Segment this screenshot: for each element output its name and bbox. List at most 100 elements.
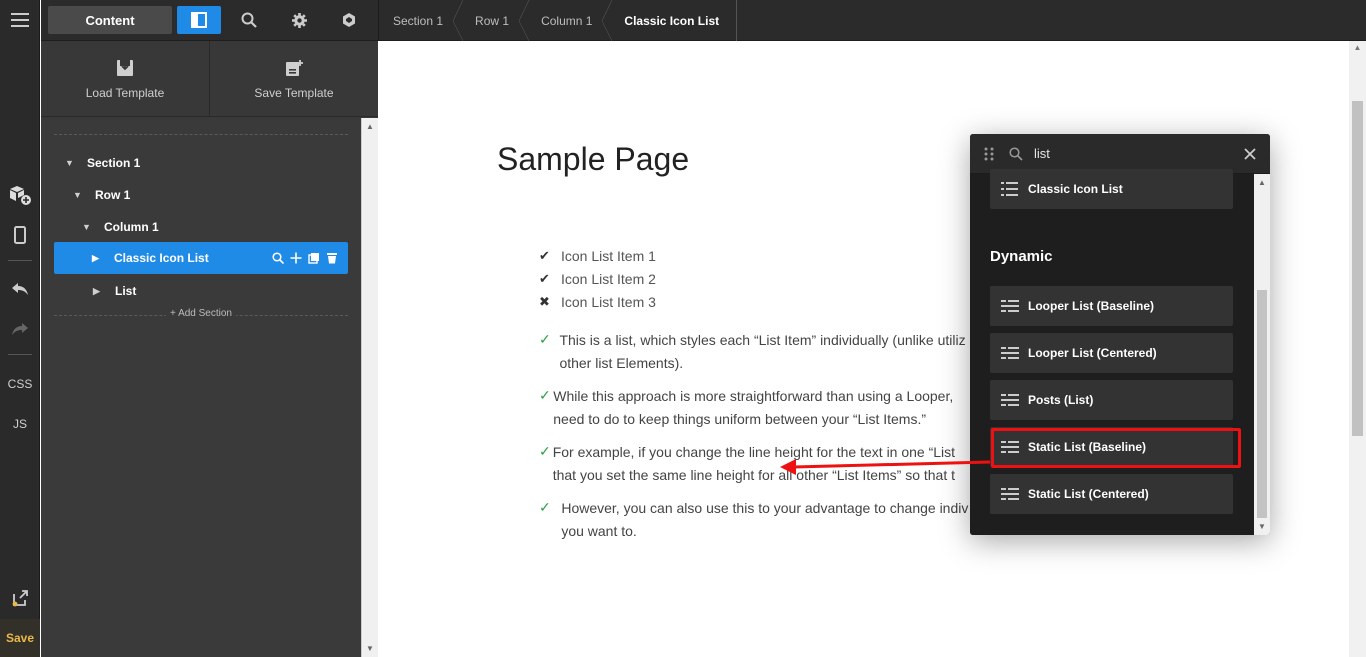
list-icon xyxy=(1001,347,1019,359)
breadcrumb-element[interactable]: Classic Icon List xyxy=(610,0,737,41)
list-item-text: However, you can also use this to your a… xyxy=(561,500,969,539)
breadcrumb-column[interactable]: Column 1 xyxy=(527,0,613,41)
breadcrumb-row[interactable]: Row 1 xyxy=(461,0,530,41)
list-item: ✓ However, you can also use this to your… xyxy=(539,497,979,543)
classic-icon-list[interactable]: ✔ Icon List Item 1 ✔ Icon List Item 2 ✖ … xyxy=(539,244,656,313)
check-icon: ✔ xyxy=(539,247,550,263)
drag-handle-icon[interactable] xyxy=(984,147,994,161)
tree-node-label: Classic Icon List xyxy=(114,251,209,265)
scroll-down-icon[interactable]: ▼ xyxy=(1254,522,1270,531)
scroll-down-icon[interactable]: ▼ xyxy=(362,644,378,653)
list-icon xyxy=(1001,488,1019,500)
result-label: Classic Icon List xyxy=(1028,182,1123,196)
add-section-button[interactable]: + Add Section xyxy=(41,308,361,319)
breadcrumb-section[interactable]: Section 1 xyxy=(379,0,464,41)
canvas-scrollbar[interactable]: ▲ xyxy=(1349,41,1366,657)
layout-panel: Load Template Save Template ▼ Section 1 … xyxy=(41,41,378,657)
search-header: list xyxy=(970,134,1270,174)
caret-right-icon: ▶ xyxy=(93,285,100,296)
rail-divider xyxy=(8,260,32,261)
layout-toggle-button[interactable] xyxy=(177,6,221,34)
add-section-label: Add Section xyxy=(178,308,232,319)
page-title: Sample Page xyxy=(497,141,690,177)
list-item: ✓ This is a list, which styles each “Lis… xyxy=(539,329,979,375)
results-scrollbar[interactable]: ▲ ▼ xyxy=(1254,174,1270,535)
list-icon xyxy=(1001,300,1019,312)
scroll-up-icon[interactable]: ▲ xyxy=(362,122,378,131)
layout-icon xyxy=(191,12,207,28)
search-results: Classic Icon List Dynamic Looper List (B… xyxy=(970,169,1254,535)
tree-node-section[interactable]: ▼ Section 1 xyxy=(65,151,140,175)
group-title-dynamic: Dynamic xyxy=(990,248,1053,265)
left-rail: CSS JS Save xyxy=(0,0,40,657)
search-icon[interactable] xyxy=(234,6,264,34)
icon-list-item: ✖ Icon List Item 3 xyxy=(539,290,656,313)
result-label: Looper List (Baseline) xyxy=(1028,299,1155,313)
inspect-icon[interactable] xyxy=(272,252,284,264)
redo-icon[interactable] xyxy=(0,314,40,344)
result-label: Looper List (Centered) xyxy=(1028,346,1157,360)
scroll-thumb[interactable] xyxy=(1352,101,1363,436)
tree-node-column[interactable]: ▼ Column 1 xyxy=(82,215,159,239)
icon-list-item-text: Icon List Item 1 xyxy=(561,247,656,264)
result-looper-list-centered[interactable]: Looper List (Centered) xyxy=(990,333,1233,373)
save-button[interactable]: Save xyxy=(0,619,40,657)
tree-node-list[interactable]: ▶ List xyxy=(93,279,136,303)
list-item-text: This is a list, which styles each “List … xyxy=(559,332,966,371)
tree-node-row[interactable]: ▼ Row 1 xyxy=(73,183,130,207)
external-preview-icon[interactable] xyxy=(0,583,40,613)
tree-node-label: List xyxy=(115,284,137,298)
tree-node-label: Section 1 xyxy=(87,156,141,170)
close-icon: ✖ xyxy=(539,293,550,309)
check-icon: ✔ xyxy=(539,270,550,286)
check-icon: ✓ xyxy=(539,331,551,347)
scroll-thumb[interactable] xyxy=(1257,290,1267,518)
add-element-icon[interactable] xyxy=(0,180,40,210)
result-posts-list[interactable]: Posts (List) xyxy=(990,380,1233,420)
list-icon xyxy=(1001,394,1019,406)
menu-icon[interactable] xyxy=(0,5,40,35)
gear-icon[interactable] xyxy=(284,6,314,34)
save-template-label: Save Template xyxy=(254,85,334,100)
search-icon xyxy=(1009,147,1023,161)
caret-right-icon: ▶ xyxy=(92,252,99,263)
icon-list-icon xyxy=(1001,182,1018,196)
tree-divider xyxy=(54,134,348,135)
cornerstone-logo-icon[interactable] xyxy=(334,6,364,34)
js-button[interactable]: JS xyxy=(0,417,40,431)
add-icon[interactable] xyxy=(290,252,302,264)
plus-icon: + xyxy=(169,308,179,319)
caret-down-icon: ▼ xyxy=(82,222,91,232)
search-input[interactable]: list xyxy=(1034,146,1050,161)
highlight-box xyxy=(991,428,1241,468)
element-search-modal: list Classic Icon List Dynamic Looper Li… xyxy=(970,134,1270,535)
check-icon: ✓ xyxy=(539,387,551,403)
top-bar: Content Section 1 Row 1 Column 1 Classic… xyxy=(41,0,1366,41)
result-label: Static List (Centered) xyxy=(1028,487,1149,501)
tree-node-classic-icon-list[interactable]: ▶ Classic Icon List xyxy=(54,242,348,274)
load-template-label: Load Template xyxy=(85,85,165,100)
duplicate-icon[interactable] xyxy=(308,252,320,264)
result-static-list-centered[interactable]: Static List (Centered) xyxy=(990,474,1233,514)
icon-list-item: ✔ Icon List Item 2 xyxy=(539,267,656,290)
delete-icon[interactable] xyxy=(326,252,338,264)
caret-down-icon: ▼ xyxy=(65,158,74,168)
list-item-text: While this approach is more straightforw… xyxy=(553,388,954,427)
content-tab-button[interactable]: Content xyxy=(48,6,172,34)
responsive-icon[interactable] xyxy=(0,220,40,250)
list-element[interactable]: ✓ This is a list, which styles each “Lis… xyxy=(539,329,979,553)
drag-arrow-icon xyxy=(780,459,991,475)
check-icon: ✓ xyxy=(539,499,551,515)
result-looper-list-baseline[interactable]: Looper List (Baseline) xyxy=(990,286,1233,326)
result-classic-icon-list[interactable]: Classic Icon List xyxy=(990,169,1233,209)
list-item: ✓ While this approach is more straightfo… xyxy=(539,385,979,431)
css-button[interactable]: CSS xyxy=(0,377,40,391)
save-template-icon xyxy=(286,59,303,76)
close-icon[interactable] xyxy=(1244,148,1256,160)
load-template-button[interactable]: Load Template xyxy=(41,41,209,117)
save-template-button[interactable]: Save Template xyxy=(209,41,378,117)
panel-scrollbar[interactable]: ▲ ▼ xyxy=(361,118,378,657)
undo-icon[interactable] xyxy=(0,274,40,304)
scroll-up-icon[interactable]: ▲ xyxy=(1349,43,1366,52)
scroll-up-icon[interactable]: ▲ xyxy=(1254,178,1270,187)
